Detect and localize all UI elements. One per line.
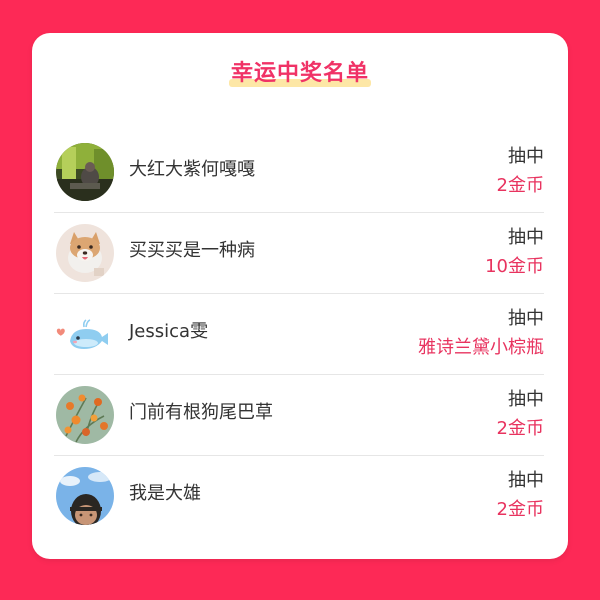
prize-label: 抽中 [508, 389, 544, 410]
avatar-shiba-dog[interactable] [56, 224, 114, 282]
title-area: 幸运中奖名单 [32, 59, 568, 89]
winners-card: 幸运中奖名单 大红大紫何嘎嘎 抽中 2金币 买买买是一种病 抽中 10金币 Je… [32, 33, 568, 559]
prize-value: 2金币 [496, 175, 544, 196]
winner-name: 门前有根狗尾巴草 [129, 402, 273, 423]
avatar-photo-green-room[interactable] [56, 143, 114, 201]
winner-name: 买买买是一种病 [129, 240, 255, 261]
prize-label: 抽中 [508, 146, 544, 167]
list-item[interactable]: 大红大紫何嘎嘎 抽中 2金币 [54, 132, 544, 213]
prize-label: 抽中 [508, 308, 544, 329]
winners-list: 大红大紫何嘎嘎 抽中 2金币 买买买是一种病 抽中 10金币 Jessica雯 … [54, 132, 544, 536]
page-title-text: 幸运中奖名单 [230, 61, 369, 86]
prize-value: 雅诗兰黛小棕瓶 [418, 337, 544, 358]
list-item[interactable]: Jessica雯 抽中 雅诗兰黛小棕瓶 [54, 294, 544, 375]
winner-name: 大红大紫何嘎嘎 [129, 159, 255, 180]
avatar-person-sky[interactable] [56, 467, 114, 525]
prize-info: 抽中 2金币 [497, 145, 544, 198]
prize-info: 抽中 2金币 [497, 469, 544, 522]
page-title: 幸运中奖名单 [228, 59, 371, 89]
winner-name: 我是大雄 [129, 483, 201, 504]
prize-label: 抽中 [508, 470, 544, 491]
avatar-orange-flowers[interactable] [56, 386, 114, 444]
prize-info: 抽中 10金币 [485, 226, 544, 279]
prize-label: 抽中 [508, 227, 544, 248]
list-item[interactable]: 买买买是一种病 抽中 10金币 [54, 213, 544, 294]
prize-info: 抽中 2金币 [497, 388, 544, 441]
prize-value: 2金币 [496, 418, 544, 439]
avatar-blue-whale[interactable] [56, 305, 114, 363]
list-item[interactable]: 我是大雄 抽中 2金币 [54, 456, 544, 536]
prize-value: 2金币 [496, 499, 544, 520]
list-item[interactable]: 门前有根狗尾巴草 抽中 2金币 [54, 375, 544, 456]
winner-name: Jessica雯 [129, 321, 209, 342]
prize-value: 10金币 [485, 256, 544, 277]
prize-info: 抽中 雅诗兰黛小棕瓶 [418, 307, 544, 360]
